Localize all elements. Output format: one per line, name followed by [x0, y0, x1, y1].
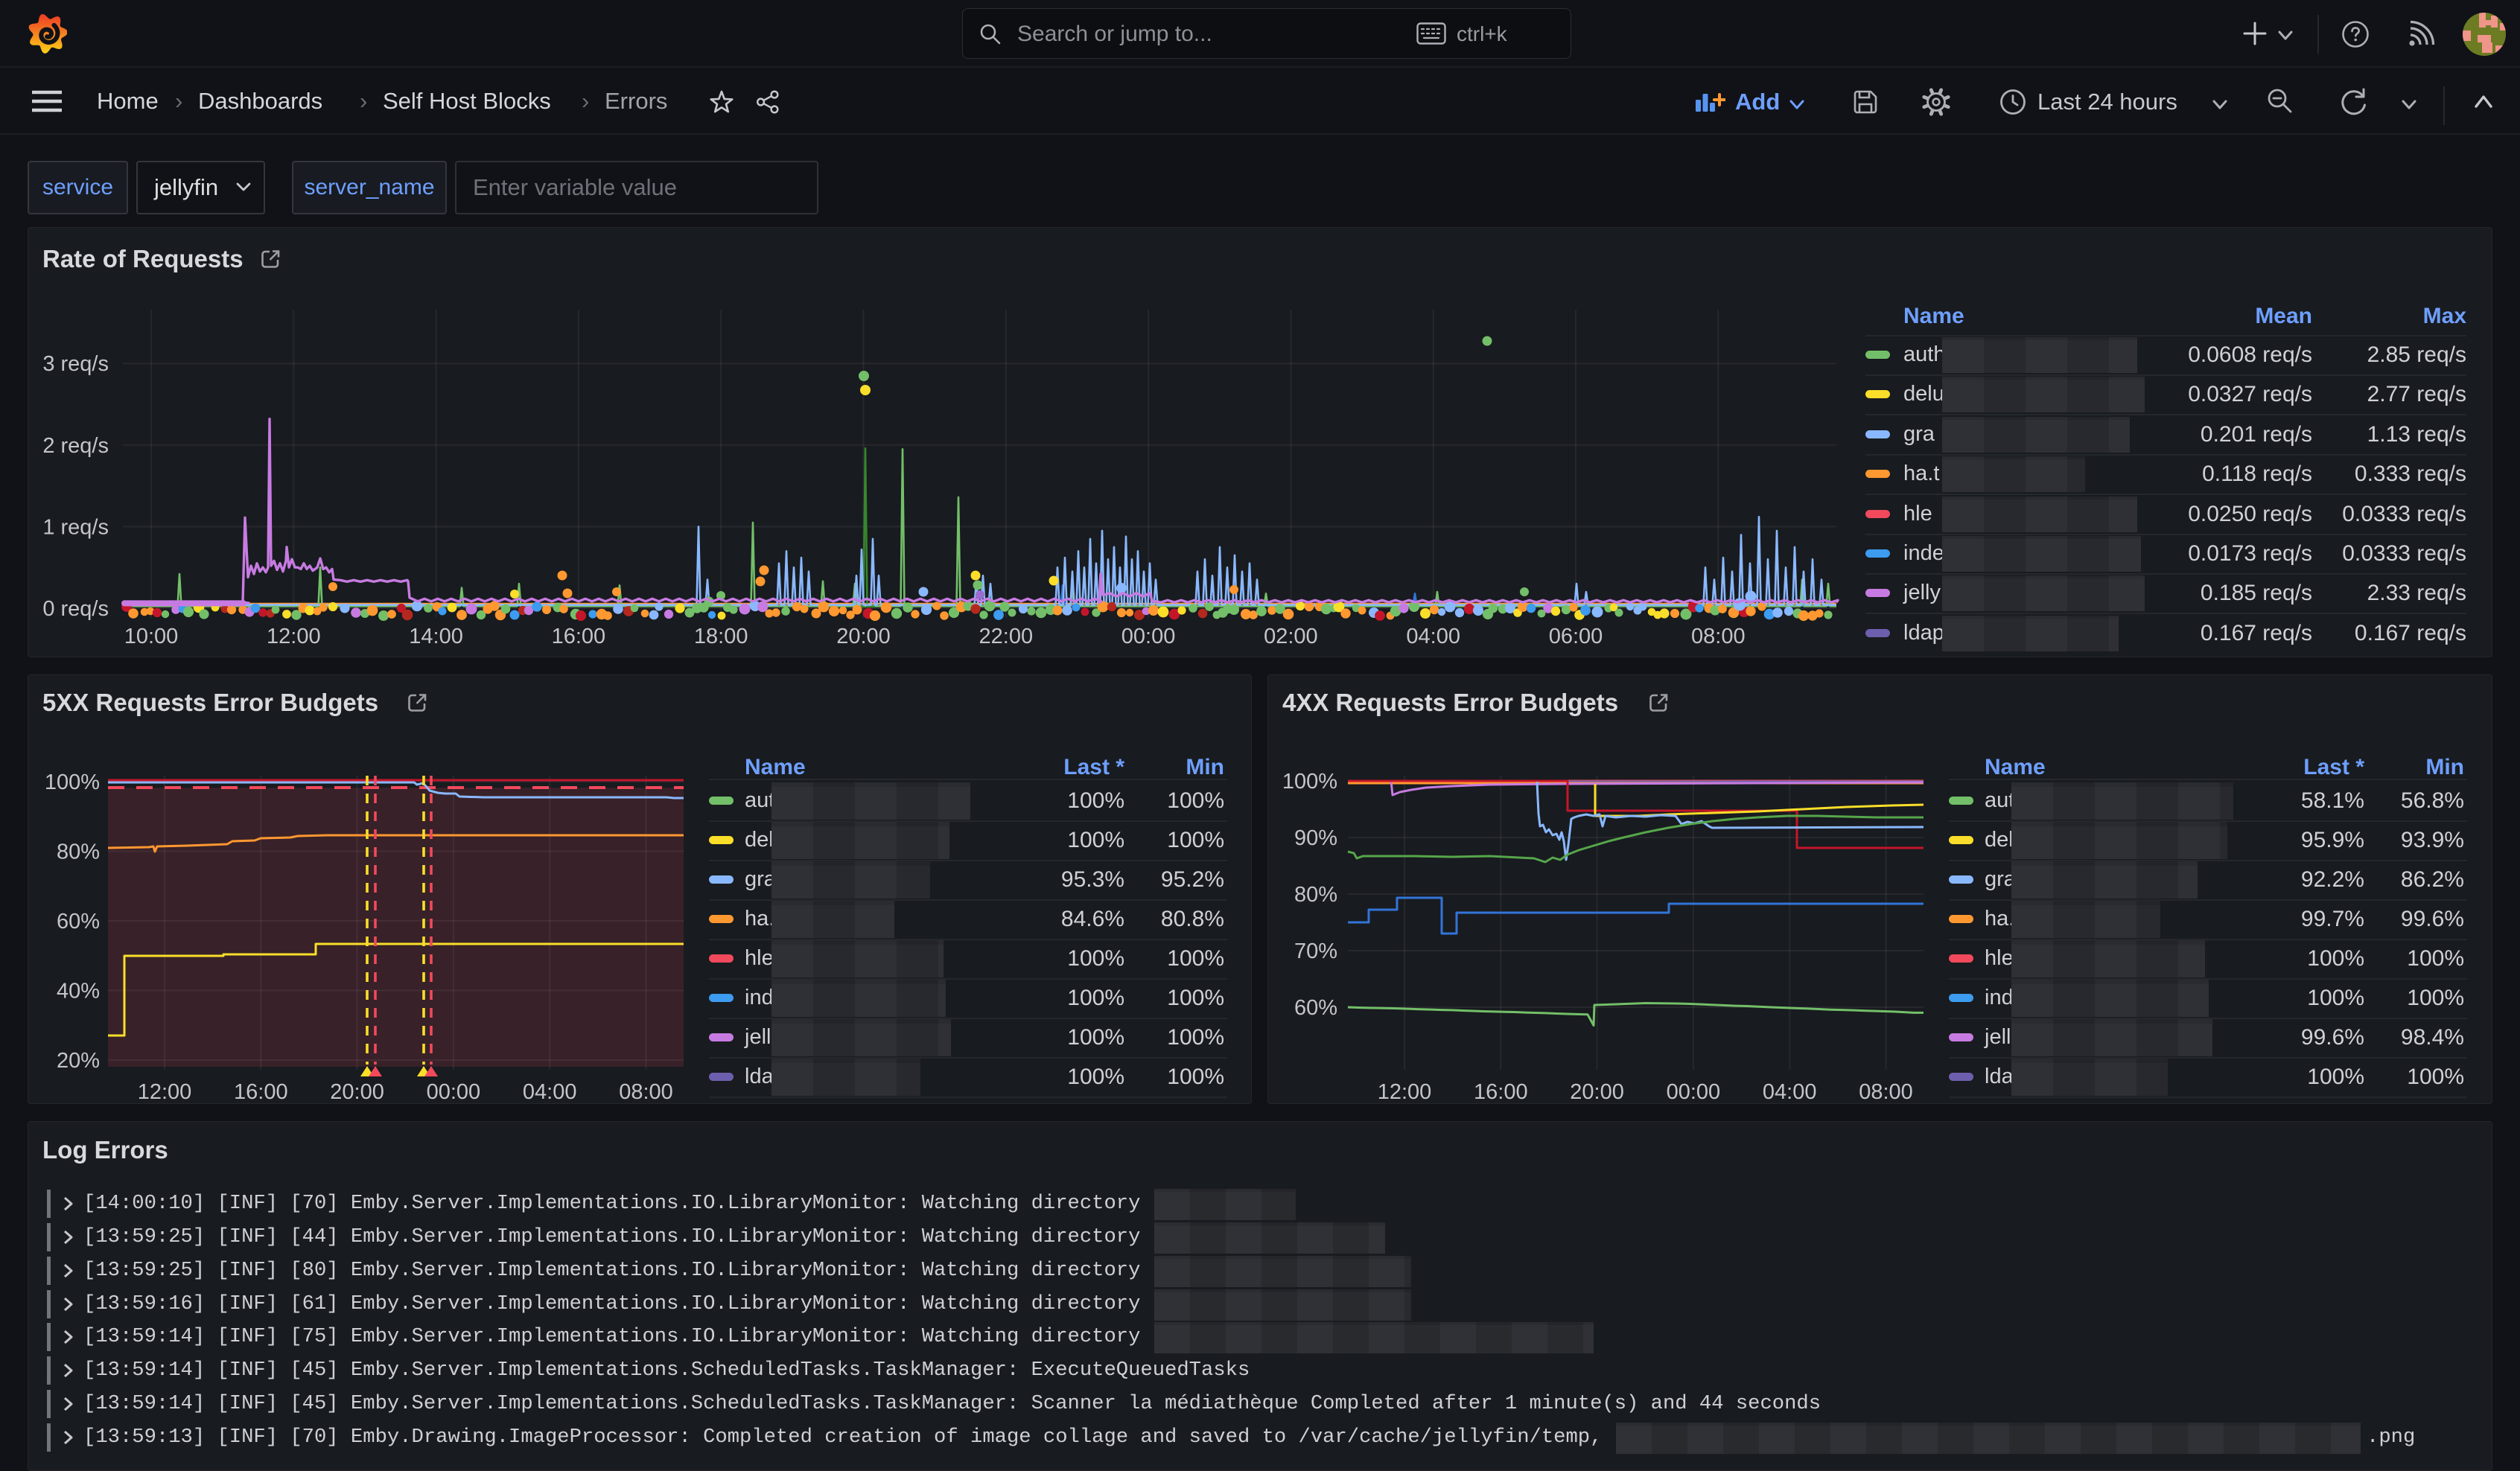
- svg-text:12:00: 12:00: [1378, 1080, 1432, 1104]
- svg-text:12:00: 12:00: [138, 1080, 192, 1104]
- svg-text:04:00: 04:00: [1763, 1080, 1817, 1104]
- svg-text:80%: 80%: [57, 840, 100, 864]
- svg-text:20%: 20%: [57, 1049, 100, 1073]
- svg-text:04:00: 04:00: [523, 1080, 577, 1104]
- svg-text:08:00: 08:00: [619, 1080, 673, 1104]
- svg-text:100%: 100%: [45, 770, 100, 794]
- svg-text:20:00: 20:00: [1570, 1080, 1624, 1104]
- svg-text:00:00: 00:00: [427, 1080, 481, 1104]
- svg-text:60%: 60%: [1294, 996, 1337, 1020]
- svg-text:16:00: 16:00: [1474, 1080, 1528, 1104]
- svg-text:16:00: 16:00: [234, 1080, 288, 1104]
- svg-text:100%: 100%: [1282, 770, 1337, 794]
- svg-text:20:00: 20:00: [330, 1080, 384, 1104]
- svg-text:90%: 90%: [1294, 826, 1337, 850]
- svg-text:80%: 80%: [1294, 883, 1337, 907]
- svg-text:40%: 40%: [57, 980, 100, 1003]
- svg-text:08:00: 08:00: [1859, 1080, 1913, 1104]
- svg-text:60%: 60%: [57, 910, 100, 934]
- svg-text:00:00: 00:00: [1667, 1080, 1721, 1104]
- svg-text:70%: 70%: [1294, 939, 1337, 963]
